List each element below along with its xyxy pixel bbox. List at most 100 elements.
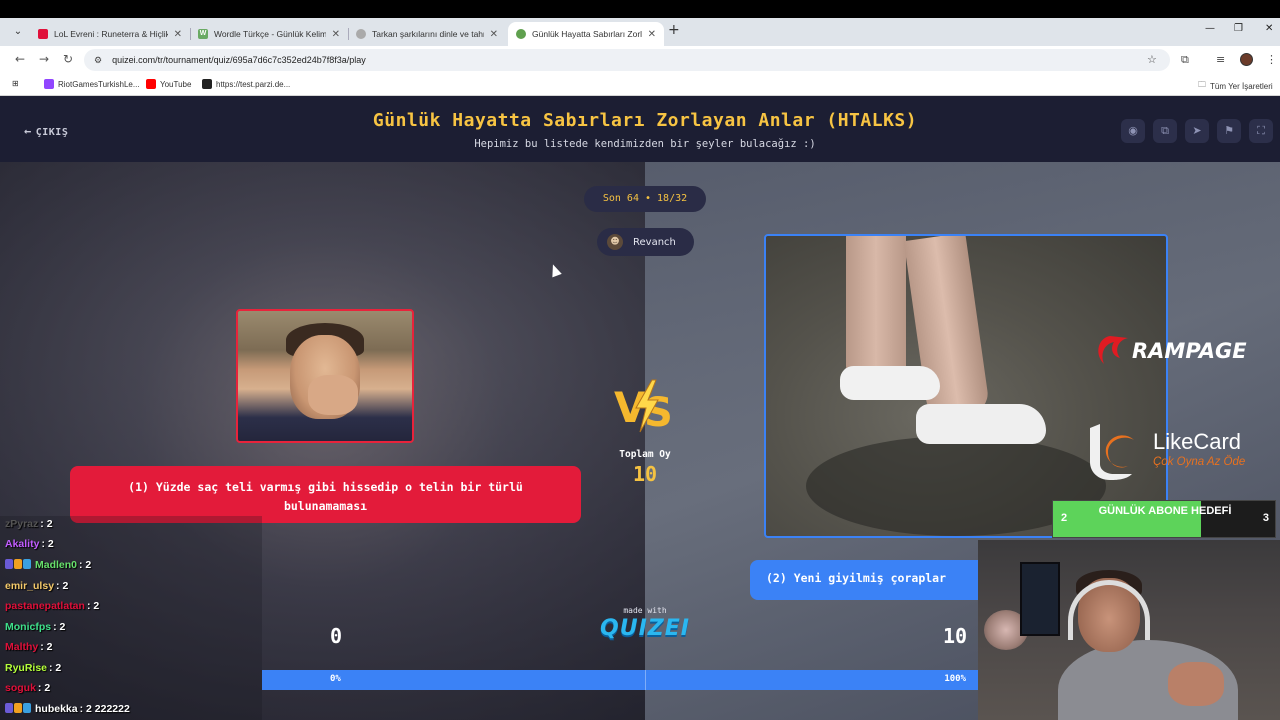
chat-username: Madlen0 xyxy=(35,559,78,571)
goal-current: 2 xyxy=(1061,512,1068,524)
folder-icon: 🗀 xyxy=(1198,80,1206,89)
eye-icon[interactable]: ◉ xyxy=(1121,119,1145,143)
revanch-button[interactable]: ☻ Revanch xyxy=(597,228,694,256)
tarkan-favicon-icon xyxy=(356,29,366,39)
youtube-favicon-icon xyxy=(146,79,156,89)
option-1-percent: 0% xyxy=(330,674,341,684)
option-2-image[interactable] xyxy=(764,234,1168,538)
round-indicator: Son 64 • 18/32 xyxy=(584,186,706,212)
chat-value: : 2 xyxy=(53,621,66,633)
address-bar[interactable]: ⚙ quizei.com/tr/tournament/quiz/695a7d6c… xyxy=(84,49,1170,71)
quiz-title: Günlük Hayatta Sabırları Zorlayan Anlar … xyxy=(372,110,918,131)
quizei-logo[interactable]: QUIZEI xyxy=(598,616,692,641)
flag-icon[interactable]: ⚑ xyxy=(1217,119,1241,143)
screen-top-bar xyxy=(0,0,1280,18)
tab-search-chevron-icon[interactable]: ⌄ xyxy=(10,24,26,40)
bookmark-star-icon[interactable]: ☆ xyxy=(1147,53,1157,66)
chat-value: : 2 xyxy=(40,518,53,530)
back-arrow-icon[interactable]: ← xyxy=(12,52,28,66)
option-2-score: 10 xyxy=(942,624,968,648)
quizei-favicon-icon xyxy=(516,29,526,39)
extensions-icon[interactable]: ⧉ xyxy=(1181,53,1189,67)
site-favicon-icon xyxy=(202,79,212,89)
chat-message: emir_ulsy: 2 xyxy=(5,580,68,592)
chat-username: pastanepatlatan xyxy=(5,600,85,612)
chat-value: : 2 xyxy=(56,580,69,592)
bookmark-parzi[interactable]: https://test.parzi.de... xyxy=(202,79,290,89)
option-1-score: 0 xyxy=(329,624,343,648)
all-bookmarks[interactable]: 🗀 Tüm Yer İşaretleri xyxy=(1198,79,1273,93)
chat-value: : 2 xyxy=(37,682,51,694)
tab-wordle[interactable]: W Wordle Türkçe - Günlük Kelime ✕ xyxy=(190,22,348,46)
quiz-header: ← ÇIKIŞ Günlük Hayatta Sabırları Zorlayan… xyxy=(0,96,1280,162)
close-tab-icon[interactable]: ✕ xyxy=(332,29,340,40)
rampage-sponsor-logo: RAMPAGE xyxy=(1098,336,1247,364)
minimize-icon[interactable]: — xyxy=(1205,23,1215,34)
browser-toolbar: ← → ↻ ⚙ quizei.com/tr/tournament/quiz/69… xyxy=(0,46,1280,74)
chat-value: : 2 xyxy=(41,538,54,550)
option-1-image[interactable] xyxy=(236,309,414,443)
chat-badge-icon xyxy=(5,703,32,715)
chat-message: pastanepatlatan: 2 xyxy=(5,600,99,612)
profile-avatar[interactable] xyxy=(1240,53,1253,66)
tab-lol-evreni[interactable]: LoL Evreni : Runeterra & Hiçlik ✕ xyxy=(30,22,190,46)
browser-menu-icon[interactable]: ⋮ xyxy=(1266,53,1277,66)
site-settings-icon[interactable]: ⚙ xyxy=(94,55,102,66)
media-control-icon[interactable]: ≡ xyxy=(1216,53,1225,66)
close-tab-icon[interactable]: ✕ xyxy=(490,29,498,40)
option-1-button[interactable]: (1) Yüzde saç teli varmış gibi hissedip … xyxy=(70,466,581,523)
copy-icon[interactable]: ⧉ xyxy=(1153,119,1177,143)
vs-lightning-icon: V S xyxy=(614,379,673,436)
goal-label: GÜNLÜK ABONE HEDEFİ xyxy=(1098,505,1232,517)
total-votes-label: Toplam Oy xyxy=(619,449,671,460)
chat-username: zPyraz xyxy=(5,518,39,530)
chat-value: : 2 xyxy=(79,559,92,571)
close-tab-icon[interactable]: ✕ xyxy=(174,29,182,40)
chat-value: : 2 222222 xyxy=(79,703,130,715)
chat-badge-icon xyxy=(5,559,32,571)
bookmarks-bar: ⊞ RiotGamesTurkishLe... YouTube https://… xyxy=(0,74,1280,96)
chat-message: zPyraz: 2 xyxy=(5,518,53,530)
youtube-favicon-icon xyxy=(38,29,48,39)
made-with-label: made with xyxy=(623,606,667,615)
exit-button[interactable]: ← ÇIKIŞ xyxy=(24,124,68,138)
window-close-icon[interactable]: ✕ xyxy=(1265,23,1273,34)
tab-quizei-active[interactable]: Günlük Hayatta Sabırları Zorlay ✕ xyxy=(508,22,664,46)
maximize-icon[interactable]: ❐ xyxy=(1234,23,1243,34)
chat-value: : 2 xyxy=(40,641,53,653)
bookmark-youtube[interactable]: YouTube xyxy=(146,79,191,89)
vote-progress-bar: 0% 100% xyxy=(262,670,978,690)
goal-target: 3 xyxy=(1262,512,1269,524)
chat-message: hubekka: 2 222222 xyxy=(5,703,130,715)
streamer-webcam xyxy=(978,540,1280,720)
chat-username: Akality xyxy=(5,538,40,550)
forward-arrow-icon[interactable]: → xyxy=(36,52,52,66)
share-icon[interactable]: ➤ xyxy=(1185,119,1209,143)
likecard-tagline: Çok Oyna Az Öde xyxy=(1153,456,1246,468)
chat-value: : 2 xyxy=(86,600,100,612)
bookmark-riot[interactable]: RiotGamesTurkishLe... xyxy=(44,79,140,89)
reload-icon[interactable]: ↻ xyxy=(60,52,76,66)
likecard-text: LikeCard xyxy=(1153,429,1242,454)
close-tab-icon[interactable]: ✕ xyxy=(648,29,656,40)
new-tab-plus-icon[interactable]: + xyxy=(668,22,680,38)
vote-progress-fill xyxy=(262,670,978,690)
chat-message: RyuRise: 2 xyxy=(5,662,61,674)
progress-midline xyxy=(645,670,646,690)
chat-username: Monicfps xyxy=(5,621,52,633)
chat-message: Madlen0: 2 xyxy=(5,559,91,571)
total-votes-value: 10 xyxy=(632,462,658,486)
chat-username: emir_ulsy xyxy=(5,580,55,592)
chat-message: soguk: 2 xyxy=(5,682,50,694)
tab-tarkan[interactable]: Tarkan şarkılarını dinle ve tahmi ✕ xyxy=(348,22,506,46)
chat-message: Malthy: 2 xyxy=(5,641,53,653)
apps-grid-icon[interactable]: ⊞ xyxy=(12,79,19,88)
svg-text:RAMPAGE: RAMPAGE xyxy=(1132,339,1247,363)
chat-username: soguk xyxy=(5,682,36,694)
option-2-button[interactable]: (2) Yeni giyilmiş çoraplar xyxy=(750,560,978,600)
twitch-favicon-icon xyxy=(44,79,54,89)
wordle-favicon-icon: W xyxy=(198,29,208,39)
chat-message: Akality: 2 xyxy=(5,538,54,550)
chat-message: Monicfps: 2 xyxy=(5,621,65,633)
fullscreen-icon[interactable]: ⛶ xyxy=(1249,119,1273,143)
